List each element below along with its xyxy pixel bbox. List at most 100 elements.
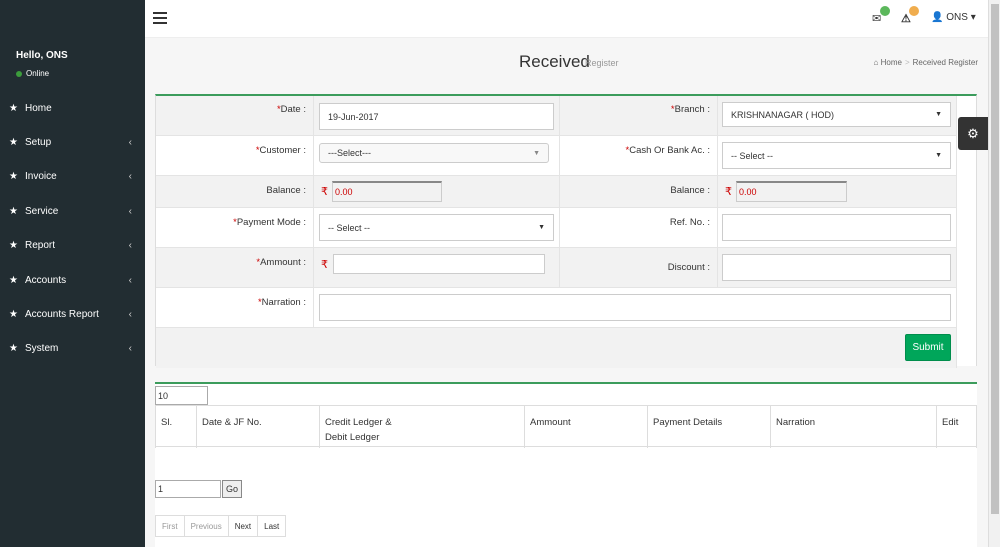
chevron-left-icon: ‹ xyxy=(128,343,132,355)
date-input[interactable]: 19-Jun-2017 xyxy=(319,103,554,130)
sidebar-item-label: Invoice xyxy=(25,171,57,183)
breadcrumb-current: Received Register xyxy=(912,58,978,67)
scrollbar-thumb[interactable] xyxy=(991,4,999,514)
caret-down-icon: ▼ xyxy=(533,149,540,157)
mail-icon[interactable]: ✉ xyxy=(872,12,881,25)
chevron-left-icon: ‹ xyxy=(128,205,132,217)
star-icon: ★ xyxy=(9,205,18,217)
discount-input[interactable] xyxy=(722,254,951,281)
sidebar-item-service[interactable]: ★ Service ‹ xyxy=(0,194,145,228)
hamburger-menu-icon[interactable] xyxy=(153,12,167,24)
amount-input[interactable] xyxy=(333,254,545,274)
table-header: Sl. Date & JF No. Credit Ledger & Debit L… xyxy=(155,405,977,448)
caret-down-icon: ▼ xyxy=(538,224,545,231)
star-icon: ★ xyxy=(9,171,18,183)
branch-label: *Branch : xyxy=(670,104,710,115)
chevron-left-icon: ‹ xyxy=(128,137,132,149)
balance-label: Balance : xyxy=(266,185,306,196)
top-navbar: ✉ ⚠ 👤 ONS ▾ xyxy=(145,0,988,38)
sidebar-item-home[interactable]: ★ Home xyxy=(0,91,145,125)
home-icon: ⌂ xyxy=(873,58,879,67)
amount-label: *Ammount : xyxy=(256,257,306,268)
breadcrumb: ⌂ Home > Received Register xyxy=(873,58,978,67)
user-status: Online xyxy=(16,69,49,78)
payment-mode-label: *Payment Mode : xyxy=(233,217,306,228)
chevron-left-icon: ‹ xyxy=(128,274,132,286)
sidebar-menu: ★ Home ★ Setup ‹ ★ Invoice ‹ ★ Service ‹ ★ Repor… xyxy=(0,91,145,366)
col-narration[interactable]: Narration xyxy=(776,415,815,430)
pager-next[interactable]: Next xyxy=(229,516,259,536)
star-icon: ★ xyxy=(9,309,18,321)
discount-label: Discount : xyxy=(667,262,710,273)
sidebar-item-setup[interactable]: ★ Setup ‹ xyxy=(0,125,145,159)
col-sl[interactable]: Sl. xyxy=(161,415,172,430)
page-subtitle: Register xyxy=(585,58,619,68)
sidebar-item-label: Home xyxy=(25,102,52,114)
records-table: 10 Sl. Date & JF No. Credit Ledger & Debi… xyxy=(155,382,977,547)
go-button[interactable]: Go xyxy=(222,480,242,498)
sidebar-item-label: Accounts Report xyxy=(25,309,99,321)
sidebar-item-invoice[interactable]: ★ Invoice ‹ xyxy=(0,160,145,194)
online-dot-icon xyxy=(16,70,22,77)
narration-input[interactable] xyxy=(319,294,951,321)
customer-select[interactable]: ---Select--- ▼ xyxy=(319,143,549,163)
customer-label: *Customer : xyxy=(255,145,306,156)
chevron-left-icon: ‹ xyxy=(128,309,132,321)
pager-previous[interactable]: Previous xyxy=(185,516,229,536)
sidebar-item-label: Service xyxy=(25,205,59,217)
pager-last[interactable]: Last xyxy=(258,516,285,536)
page-size-input[interactable]: 10 xyxy=(155,386,208,405)
user-name: ONS xyxy=(946,12,968,23)
col-ledger[interactable]: Credit Ledger & Debit Ledger xyxy=(325,415,392,445)
settings-gear-icon[interactable]: ⚙ xyxy=(958,117,988,150)
page-title: Received xyxy=(519,52,590,71)
page-number-input[interactable]: 1 xyxy=(155,480,221,498)
user-icon: 👤 xyxy=(931,12,944,23)
balance-right-label: Balance : xyxy=(670,185,710,196)
star-icon: ★ xyxy=(9,343,18,355)
col-date-jf[interactable]: Date & JF No. xyxy=(202,415,262,430)
sidebar-item-label: Accounts xyxy=(25,274,67,286)
cash-bank-label: *Cash Or Bank Ac. : xyxy=(625,145,711,156)
date-label: *Date : xyxy=(276,104,306,115)
user-menu[interactable]: 👤 ONS ▾ xyxy=(931,12,976,23)
payment-mode-select[interactable]: -- Select -- ▼ xyxy=(319,214,554,241)
form-row-submit xyxy=(156,328,956,368)
sidebar-item-label: Report xyxy=(25,240,56,252)
ref-no-label: Ref. No. : xyxy=(669,217,710,228)
pagination: First Previous Next Last xyxy=(155,515,287,537)
sidebar-item-label: System xyxy=(25,343,59,355)
star-icon: ★ xyxy=(9,274,18,286)
sidebar-item-accounts-report[interactable]: ★ Accounts Report ‹ xyxy=(0,297,145,331)
ref-no-input[interactable] xyxy=(722,214,951,241)
pager-first[interactable]: First xyxy=(156,516,185,536)
caret-down-icon: ▼ xyxy=(935,111,942,118)
rupee-icon: ₹ xyxy=(321,259,328,271)
column-divider xyxy=(717,96,718,288)
col-edit[interactable]: Edit xyxy=(942,415,958,430)
breadcrumb-home[interactable]: Home xyxy=(881,58,902,67)
user-greeting: Hello, ONS xyxy=(16,50,68,61)
sidebar-item-accounts[interactable]: ★ Accounts ‹ xyxy=(0,263,145,297)
sidebar: Hello, ONS Online ★ Home ★ Setup ‹ ★ Invoice… xyxy=(0,0,145,547)
star-icon: ★ xyxy=(9,137,18,149)
balance-right-field: 0.00 xyxy=(736,181,847,202)
col-payment-details[interactable]: Payment Details xyxy=(653,415,722,430)
column-divider xyxy=(956,96,957,368)
branch-select[interactable]: KRISHNANAGAR ( HOD) ▼ xyxy=(722,102,951,127)
sidebar-item-system[interactable]: ★ System ‹ xyxy=(0,332,145,366)
star-icon: ★ xyxy=(9,102,18,114)
submit-button[interactable]: Submit xyxy=(905,334,951,361)
star-icon: ★ xyxy=(9,240,18,252)
page-scrollbar[interactable] xyxy=(988,0,1000,547)
col-amount[interactable]: Ammount xyxy=(530,415,571,430)
sidebar-item-report[interactable]: ★ Report ‹ xyxy=(0,229,145,263)
caret-down-icon: ▾ xyxy=(970,12,976,23)
chevron-left-icon: ‹ xyxy=(128,171,132,183)
sidebar-item-label: Setup xyxy=(25,137,52,149)
rupee-icon: ₹ xyxy=(725,186,732,198)
column-divider xyxy=(313,96,314,328)
chevron-left-icon: ‹ xyxy=(128,240,132,252)
main-content: Received Register ⌂ Home > Received Regist… xyxy=(145,38,988,547)
cash-bank-select[interactable]: -- Select -- ▼ xyxy=(722,142,951,169)
